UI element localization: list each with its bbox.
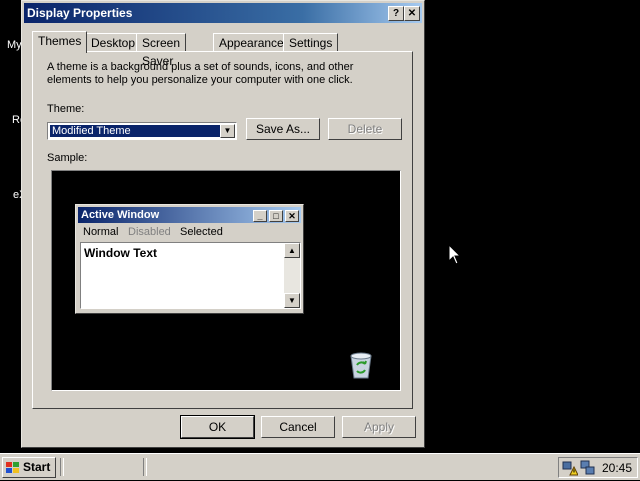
sample-menu-selected: Selected <box>180 226 223 238</box>
apply-button[interactable]: Apply <box>342 416 416 438</box>
start-button[interactable]: Start <box>2 457 56 478</box>
system-tray: 20:45 <box>558 457 638 478</box>
sample-window-text-area: Window Text ▲ ▼ <box>80 242 301 309</box>
dialog-titlebar[interactable]: Display Properties ? ✕ <box>24 3 422 23</box>
taskbar-separator <box>60 458 64 476</box>
themes-panel: A theme is a background plus a set of so… <box>32 51 413 409</box>
ok-button[interactable]: OK <box>180 415 255 439</box>
sample-menu-disabled: Disabled <box>128 226 171 238</box>
delete-button[interactable]: Delete <box>328 118 402 140</box>
save-as-button[interactable]: Save As... <box>246 118 320 140</box>
clock[interactable]: 20:45 <box>602 461 632 475</box>
close-button[interactable]: ✕ <box>404 6 420 21</box>
tab-desktop[interactable]: Desktop <box>85 33 142 52</box>
windows-logo-icon <box>5 461 21 475</box>
network-connection-icon[interactable] <box>580 460 596 476</box>
tab-appearance[interactable]: Appearance <box>213 33 290 52</box>
sample-active-window: Active Window _ □ ✕ Normal Disabled Sele… <box>75 204 304 314</box>
dialog-title: Display Properties <box>27 6 133 20</box>
network-warning-icon[interactable] <box>562 460 579 476</box>
taskbar: Start 20:45 <box>0 453 640 480</box>
tab-screen-saver[interactable]: Screen Saver <box>136 33 187 68</box>
chevron-down-icon[interactable]: ▼ <box>220 124 235 138</box>
scroll-down-icon: ▼ <box>284 293 300 308</box>
theme-combobox[interactable]: Modified Theme ▼ <box>47 122 237 140</box>
close-icon: ✕ <box>285 210 299 222</box>
sample-scrollbar: ▲ ▼ <box>284 243 300 308</box>
start-label: Start <box>23 460 51 474</box>
sample-label: Sample: <box>47 152 88 164</box>
cancel-button[interactable]: Cancel <box>261 416 335 438</box>
sample-window-titlebar: Active Window _ □ ✕ <box>78 207 301 223</box>
sample-window-title: Active Window <box>81 209 160 221</box>
tab-themes[interactable]: Themes <box>32 31 88 53</box>
theme-sample-preview: Active Window _ □ ✕ Normal Disabled Sele… <box>51 170 401 391</box>
desktop-icon-label-my-computer[interactable]: My <box>7 39 22 51</box>
minimize-icon: _ <box>253 210 267 222</box>
help-button[interactable]: ? <box>388 6 404 21</box>
tab-settings[interactable]: Settings <box>283 33 339 52</box>
sample-window-text: Window Text <box>84 246 157 260</box>
mouse-cursor-icon <box>448 243 462 265</box>
sample-menu-normal: Normal <box>83 226 119 238</box>
theme-label: Theme: <box>47 103 85 115</box>
recycle-bin-icon <box>348 351 374 379</box>
taskbar-separator <box>143 458 147 476</box>
theme-combobox-value: Modified Theme <box>49 124 223 138</box>
scroll-up-icon: ▲ <box>284 243 300 258</box>
display-properties-dialog: Display Properties ? ✕ Themes Desktop Sc… <box>21 0 425 448</box>
maximize-icon: □ <box>269 210 283 222</box>
themes-description: A theme is a background plus a set of so… <box>47 61 354 86</box>
